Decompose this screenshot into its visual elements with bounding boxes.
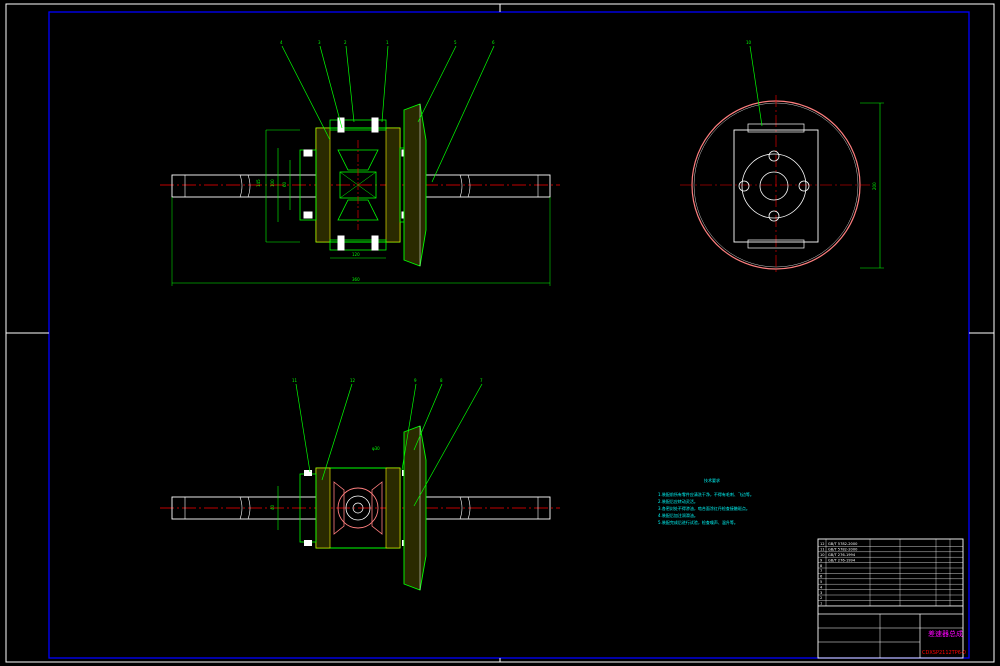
balloon-5: 5 bbox=[454, 40, 457, 45]
parts-cell-no: 3 bbox=[820, 591, 822, 595]
notes-line-1: 1.装配前所有零件应清洗干净，不得有毛刺、飞边等。 bbox=[658, 491, 754, 497]
dim-case: 120 bbox=[352, 252, 360, 257]
balloon-2: 2 bbox=[344, 40, 347, 45]
dim-overall: 360 bbox=[352, 277, 360, 282]
parts-list: 12 GB/T 5782-200011 GB/T 5782-200010 GB/T 2… bbox=[818, 539, 963, 606]
sheet-frame bbox=[5, 3, 995, 663]
dim-left-2: 100 bbox=[270, 179, 275, 187]
drawing-code: CDXSP2112TP6-0 bbox=[922, 650, 966, 656]
parts-cell-no: 9 bbox=[820, 558, 823, 562]
cad-drawing-sheet: 360 120 145 100 60 4 3 2 1 5 6 200 10 40… bbox=[5, 3, 995, 663]
bottom-view: 40 φ30 11 12 9 8 7 bbox=[160, 378, 560, 591]
balloon-3: 3 bbox=[318, 40, 321, 45]
notes-line-5: 5.装配完成后进行试验，检查噪声、温升等。 bbox=[658, 519, 738, 525]
balloon-12: 12 bbox=[350, 378, 356, 383]
parts-cell-no: 8 bbox=[820, 564, 823, 568]
parts-cell-no: 5 bbox=[820, 580, 822, 584]
balloon-4: 4 bbox=[280, 40, 283, 45]
dim-left-3: 60 bbox=[282, 181, 287, 187]
parts-cell-no: 2 bbox=[820, 596, 822, 600]
parts-cell-no: 7 bbox=[820, 569, 822, 573]
parts-cell-no: 12 bbox=[820, 542, 825, 546]
parts-cell-no: 11 bbox=[820, 548, 825, 552]
balloon-1: 1 bbox=[386, 40, 389, 45]
dim-side-height: 200 bbox=[872, 182, 877, 190]
side-view: 200 10 bbox=[680, 40, 884, 275]
label-gear: φ30 bbox=[372, 446, 380, 451]
balloon-10: 10 bbox=[746, 40, 752, 45]
drawing-name: 差速器总成 bbox=[928, 629, 963, 638]
parts-cell-name: GB/T 5782-2000 bbox=[828, 548, 858, 552]
parts-cell-name: GB/T 5782-2000 bbox=[828, 542, 858, 546]
title-block: 12 GB/T 5782-200011 GB/T 5782-200010 GB/T 2… bbox=[817, 538, 966, 659]
parts-cell-no: 10 bbox=[820, 553, 825, 557]
balloon-6: 6 bbox=[492, 40, 495, 45]
parts-cell-no: 4 bbox=[820, 585, 823, 589]
parts-cell-no: 1 bbox=[820, 602, 822, 606]
notes-title: 技术要求 bbox=[704, 477, 720, 483]
notes-line-3: 3.各密封处不得渗油，啮合面涂红丹检查接触斑点。 bbox=[658, 505, 750, 511]
balloon-9: 9 bbox=[414, 378, 417, 383]
dim-bottom-left: 40 bbox=[270, 504, 275, 510]
technical-notes: 技术要求 1.装配前所有零件应清洗干净，不得有毛刺、飞边等。 2.装配后应转动灵… bbox=[658, 477, 754, 525]
front-view: 360 120 145 100 60 4 3 2 1 5 6 bbox=[160, 40, 560, 286]
balloon-8: 8 bbox=[440, 378, 443, 383]
parts-cell-name: GB/T 276-1994 bbox=[828, 558, 856, 562]
balloon-7: 7 bbox=[480, 378, 483, 383]
notes-line-2: 2.装配后应转动灵活。 bbox=[658, 498, 698, 504]
notes-line-4: 4.装配后加注润滑油。 bbox=[658, 512, 698, 518]
parts-cell-no: 6 bbox=[820, 575, 823, 579]
balloon-11: 11 bbox=[292, 378, 298, 383]
parts-cell-name: GB/T 276-1994 bbox=[828, 553, 856, 557]
dim-left-1: 145 bbox=[256, 179, 261, 187]
